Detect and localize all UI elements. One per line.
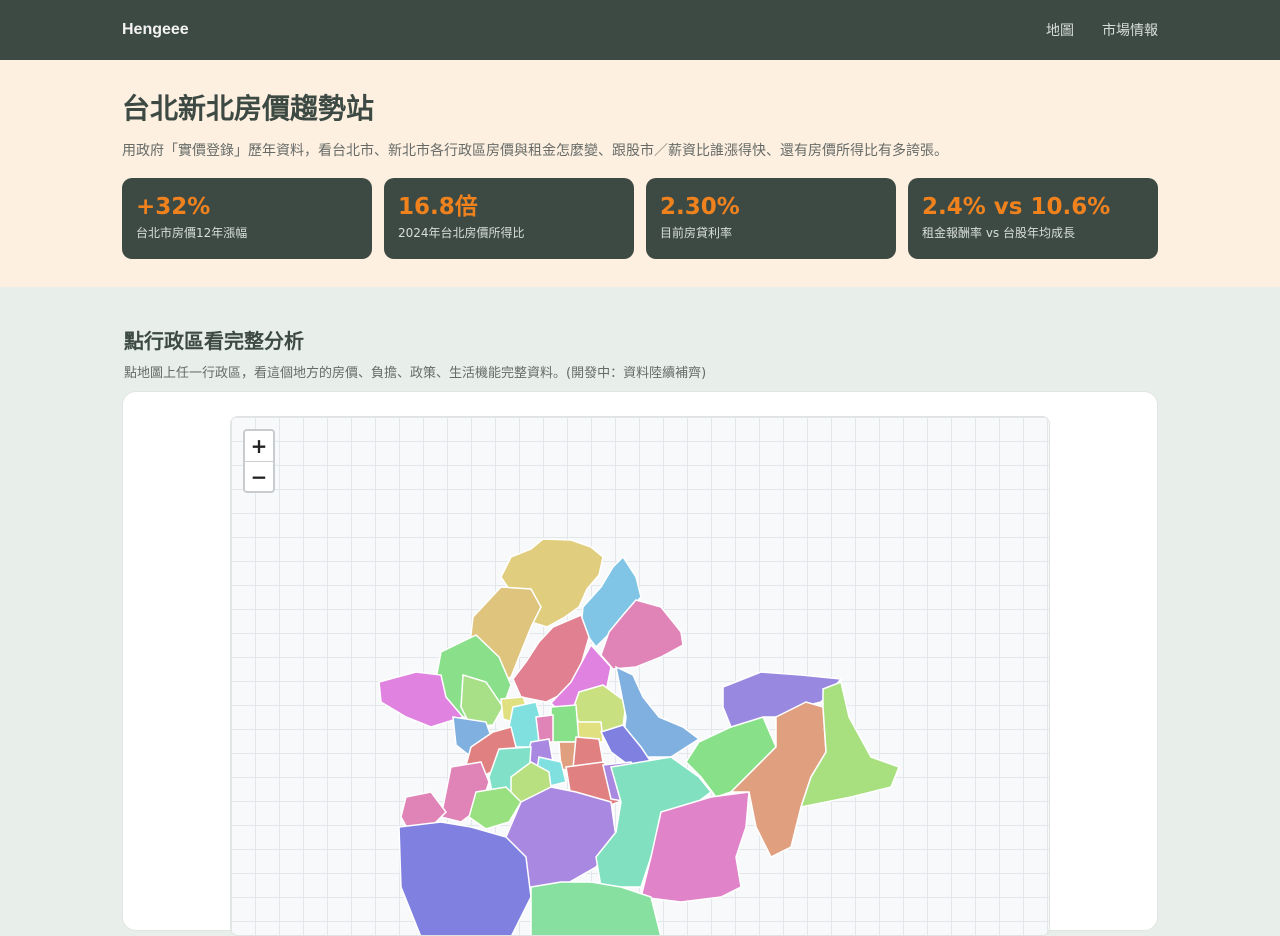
stat-card-price-growth: +32% 台北市房價12年漲幅 xyxy=(122,178,372,259)
stat-value: +32% xyxy=(136,194,211,220)
hero-section: 台北新北房價趨勢站 用政府「實價登錄」歷年資料，看台北市、新北市各行政區房價與租… xyxy=(0,60,1280,287)
stat-value: 2.4% vs 10.6% xyxy=(922,194,1111,220)
stat-label: 台北市房價12年漲幅 xyxy=(136,226,248,240)
stat-label: 租金報酬率 vs 台股年均成長 xyxy=(922,226,1075,240)
page-title: 台北新北房價趨勢站 xyxy=(122,92,375,125)
stat-label: 目前房貸利率 xyxy=(660,226,733,240)
main-nav: 地圖 市場情報 xyxy=(1046,20,1158,40)
district-region[interactable] xyxy=(535,714,554,743)
stat-label: 2024年台北房價所得比 xyxy=(398,226,525,240)
zoom-out-button[interactable]: − xyxy=(245,461,273,491)
brand-logo[interactable]: Hengeee xyxy=(122,21,189,39)
district-section: 點行政區看完整分析 點地圖上任一行政區，看這個地方的房價、負擔、政策、生活機能完… xyxy=(0,287,1280,381)
stat-card-rent-vs-stock: 2.4% vs 10.6% 租金報酬率 vs 台股年均成長 xyxy=(908,178,1158,259)
district-map[interactable]: + − xyxy=(230,416,1050,936)
stat-card-price-income-ratio: 16.8倍 2024年台北房價所得比 xyxy=(384,178,634,259)
stats-row: +32% 台北市房價12年漲幅 16.8倍 2024年台北房價所得比 2.30%… xyxy=(122,178,1158,259)
district-regions xyxy=(378,538,900,936)
zoom-in-button[interactable]: + xyxy=(245,431,273,461)
section-description: 點地圖上任一行政區，看這個地方的房價、負擔、政策、生活機能完整資料。(開發中：資… xyxy=(124,366,707,381)
nav-map-link[interactable]: 地圖 xyxy=(1046,20,1074,40)
stat-card-mortgage-rate: 2.30% 目前房貸利率 xyxy=(646,178,896,259)
top-navbar: Hengeee 地圖 市場情報 xyxy=(0,0,1280,60)
section-title: 點行政區看完整分析 xyxy=(124,329,304,353)
zoom-control: + − xyxy=(243,429,275,493)
district-region[interactable] xyxy=(530,881,662,936)
stat-value: 16.8倍 xyxy=(398,194,478,220)
nav-market-info-link[interactable]: 市場情報 xyxy=(1102,20,1158,40)
stat-value: 2.30% xyxy=(660,194,740,220)
district-region[interactable] xyxy=(550,704,580,743)
page-subtitle: 用政府「實價登錄」歷年資料，看台北市、新北市各行政區房價與租金怎麼變、跟股市／薪… xyxy=(122,143,948,159)
